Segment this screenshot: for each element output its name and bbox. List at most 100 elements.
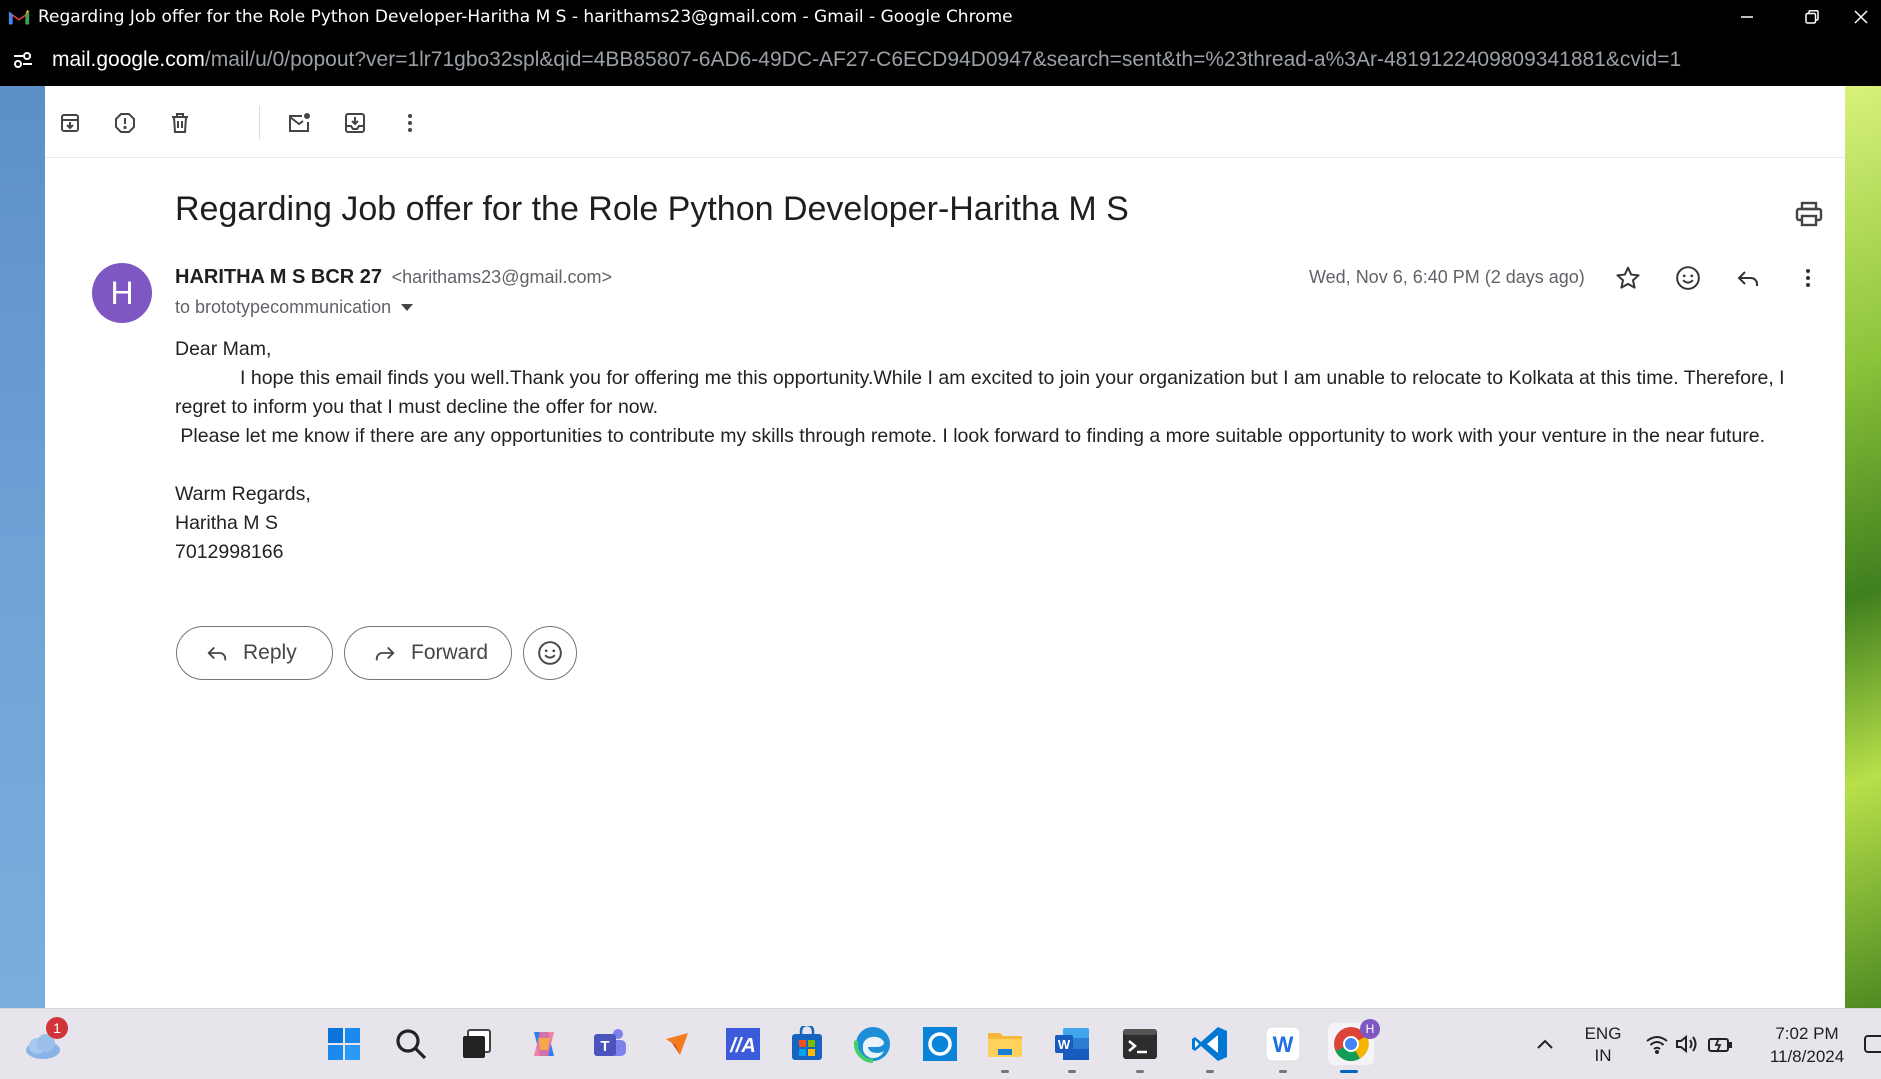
teams-icon: T	[594, 1029, 626, 1056]
edge-icon	[854, 1025, 892, 1063]
search-button[interactable]	[390, 1023, 432, 1065]
recipient-details-toggle[interactable]: to brototypecommunication	[175, 297, 414, 318]
gmail-popout: Regarding Job offer for the Role Python …	[45, 86, 1845, 1008]
sender-avatar[interactable]: H	[92, 263, 152, 323]
restore-icon	[1805, 10, 1819, 24]
wps-app[interactable]: W	[1262, 1023, 1304, 1073]
apm-icon: //A	[726, 1028, 760, 1060]
trash-icon	[172, 113, 188, 133]
show-hidden-icons-button[interactable]	[1525, 1023, 1565, 1065]
archive-icon	[61, 114, 79, 132]
language-indicator[interactable]: ENG IN	[1580, 1023, 1626, 1067]
copilot-app[interactable]	[523, 1023, 565, 1065]
windows-icon	[328, 1028, 360, 1060]
print-icon	[1795, 201, 1823, 227]
more-vertical-icon	[1806, 269, 1810, 287]
email-body: Dear Mam, I hope this email finds you we…	[175, 335, 1835, 567]
word-app[interactable]: W	[1051, 1023, 1093, 1073]
star-button[interactable]	[1608, 258, 1648, 298]
reply-icon	[205, 642, 229, 664]
running-indicator	[1206, 1070, 1214, 1073]
clock[interactable]: 7:02 PM 11/8/2024	[1760, 1022, 1854, 1068]
edge-app[interactable]	[852, 1023, 894, 1065]
task-view-button[interactable]	[456, 1023, 498, 1065]
address-bar[interactable]: mail.google.com/mail/u/0/popout?ver=1lr7…	[0, 34, 1881, 86]
move-to-button[interactable]	[338, 106, 372, 140]
microsoft-store-app[interactable]	[786, 1023, 828, 1065]
message-toolbar	[45, 86, 1845, 158]
terminal-icon	[1123, 1029, 1157, 1059]
start-button[interactable]	[323, 1023, 365, 1065]
forward-button[interactable]: Forward	[344, 626, 512, 680]
svg-text:T: T	[600, 1038, 609, 1055]
apm-app[interactable]: //A	[722, 1023, 764, 1065]
star-icon	[1616, 266, 1640, 289]
sender-name[interactable]: HARITHA M S BCR 27	[175, 266, 382, 288]
volume-icon	[1676, 1034, 1697, 1054]
more-options-button[interactable]	[393, 106, 427, 140]
desktop-wallpaper-left	[0, 86, 45, 1008]
weather-badge: 1	[46, 1017, 68, 1039]
vscode-icon	[1192, 1027, 1227, 1061]
clock-time: 7:02 PM	[1775, 1024, 1839, 1043]
sender-email: <harithams23@gmail.com>	[391, 267, 612, 287]
archive-button[interactable]	[53, 106, 87, 140]
move-to-icon	[345, 113, 365, 133]
restore-button[interactable]	[1782, 0, 1842, 34]
minimize-button[interactable]	[1717, 0, 1777, 34]
window-title: Regarding Job offer for the Role Python …	[38, 7, 1013, 27]
window-title-bar: Regarding Job offer for the Role Python …	[0, 0, 1881, 34]
body-paragraph: Please let me know if there are any oppo…	[175, 425, 1766, 447]
reply-label: Reply	[243, 641, 297, 664]
vscode-app[interactable]	[1189, 1023, 1231, 1073]
sublime-app[interactable]	[656, 1023, 698, 1065]
taskbar: 1 T //A W W H ENG IN 7:02 PM 11/8/2024	[0, 1008, 1881, 1079]
copilot-icon	[534, 1032, 554, 1056]
site-info-icon[interactable]	[8, 45, 38, 75]
body-signoff: Warm Regards,	[175, 483, 311, 505]
close-icon	[1853, 10, 1868, 24]
print-button[interactable]	[1791, 196, 1827, 232]
wps-icon: W	[1265, 1026, 1301, 1062]
email-date: Wed, Nov 6, 6:40 PM (2 days ago)	[1309, 267, 1585, 287]
chrome-app[interactable]: H	[1328, 1019, 1380, 1073]
more-vertical-icon	[408, 114, 412, 132]
battery-charging-icon	[1708, 1037, 1732, 1053]
body-signature-name: Haritha M S	[175, 512, 278, 534]
clock-date: 11/8/2024	[1769, 1047, 1845, 1066]
reply-icon-button[interactable]	[1728, 258, 1768, 298]
teams-app[interactable]: T	[589, 1023, 631, 1065]
url-domain: mail.google.com	[52, 48, 205, 71]
cortana-app[interactable]	[919, 1023, 961, 1065]
chevron-up-icon	[1537, 1039, 1553, 1049]
sender-line: HARITHA M S BCR 27 <harithams23@gmail.co…	[175, 266, 612, 289]
email-subject: Regarding Job offer for the Role Python …	[175, 190, 1129, 228]
emoji-reaction-button[interactable]	[523, 626, 577, 680]
report-spam-icon	[115, 113, 135, 133]
mark-unread-button[interactable]	[283, 106, 317, 140]
add-reaction-button[interactable]	[1668, 258, 1708, 298]
weather-widget[interactable]: 1	[22, 1017, 68, 1065]
close-button[interactable]	[1840, 0, 1881, 34]
message-more-button[interactable]	[1788, 258, 1828, 298]
url-text[interactable]: mail.google.com/mail/u/0/popout?ver=1lr7…	[52, 48, 1681, 72]
running-indicator	[1136, 1070, 1144, 1073]
report-spam-button[interactable]	[108, 106, 142, 140]
emoji-icon	[538, 641, 562, 665]
delete-button[interactable]	[163, 106, 197, 140]
terminal-app[interactable]	[1119, 1023, 1161, 1073]
caret-down-icon	[401, 304, 414, 311]
reply-icon	[1737, 271, 1758, 286]
reply-button[interactable]: Reply	[176, 626, 333, 680]
notifications-button[interactable]	[1862, 1023, 1881, 1065]
body-greeting: Dear Mam,	[175, 338, 272, 360]
file-explorer-app[interactable]	[984, 1023, 1026, 1073]
running-indicator	[1068, 1070, 1076, 1073]
quick-settings-button[interactable]	[1644, 1023, 1734, 1065]
emoji-icon	[1676, 266, 1700, 290]
toolbar-divider	[259, 106, 260, 140]
search-icon	[396, 1029, 427, 1060]
forward-icon	[373, 642, 397, 664]
body-signature-phone: 7012998166	[175, 541, 284, 563]
notification-icon	[1863, 1035, 1881, 1053]
